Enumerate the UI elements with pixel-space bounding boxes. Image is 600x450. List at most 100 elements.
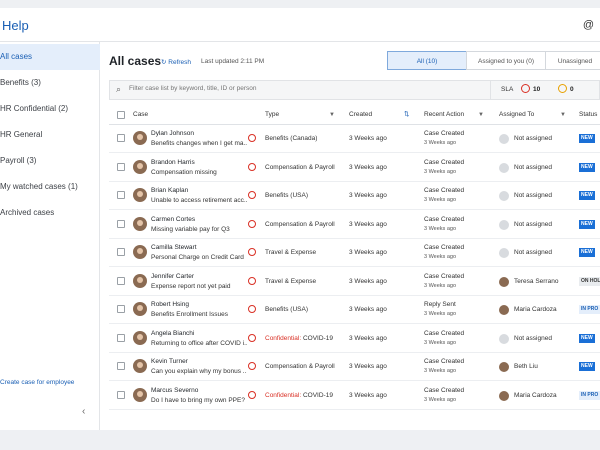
tab-unassigned[interactable]: Unassigned xyxy=(545,51,600,70)
recent-action-time: 3 Weeks ago xyxy=(424,225,457,232)
sla-filter[interactable]: SLA 10 0 xyxy=(491,80,600,100)
column-header-assigned-to[interactable]: Assigned To xyxy=(499,106,534,124)
row-checkbox[interactable] xyxy=(117,162,125,171)
refresh-button[interactable]: ↻ Refresh xyxy=(161,58,191,66)
sla-clock-icon xyxy=(248,390,256,399)
table-row[interactable]: Angela Bianchi Returning to office after … xyxy=(109,325,600,353)
case-subject[interactable]: Compensation missing xyxy=(151,169,247,176)
sidebar-item-hr-general[interactable]: HR General xyxy=(0,122,100,148)
table-row[interactable]: Camilla Stewart Personal Charge on Credit… xyxy=(109,239,600,267)
sidebar-item-hr-confidential[interactable]: HR Confidential (2) xyxy=(0,96,100,122)
recent-action-filter-icon[interactable]: ▼ xyxy=(478,106,484,124)
requester-name[interactable]: Jennifer Carter xyxy=(151,273,194,280)
row-checkbox[interactable] xyxy=(117,134,125,142)
column-header-case[interactable]: Case xyxy=(133,106,148,124)
requester-name[interactable]: Carmen Cortes xyxy=(151,216,195,223)
refresh-icon: ↻ xyxy=(161,59,167,66)
collapse-sidebar-icon[interactable]: ‹ xyxy=(82,406,85,417)
row-checkbox[interactable] xyxy=(117,276,125,285)
sidebar-item-benefits[interactable]: Benefits (3) xyxy=(0,70,100,96)
case-subject[interactable]: Unable to access retirement acc... xyxy=(151,197,247,204)
requester-name[interactable]: Angela Bianchi xyxy=(151,330,194,337)
status-badge: NEW xyxy=(579,191,595,200)
status-badge: NEW xyxy=(579,219,595,229)
table-row[interactable]: Brandon Harris Compensation missing Compen… xyxy=(109,154,600,182)
assignee-name: Not assigned xyxy=(514,163,552,171)
assignee-name: Maria Cardoza xyxy=(514,306,557,313)
assigned-filter-icon[interactable]: ▼ xyxy=(560,106,566,124)
sla-clock-icon xyxy=(248,362,256,370)
tab-all[interactable]: All (10) xyxy=(387,51,467,70)
table-row[interactable]: Carmen Cortes Missing variable pay for Q3… xyxy=(109,211,600,239)
recent-action: Case Created xyxy=(424,215,465,223)
requester-name[interactable]: Brandon Harris xyxy=(151,159,195,166)
column-header-status[interactable]: Status xyxy=(579,106,597,124)
recent-action: Case Created xyxy=(424,187,465,194)
case-subject[interactable]: Benefits Enrollment Issues xyxy=(151,311,247,318)
table-row[interactable]: Dylan Johnson Benefits changes when I get… xyxy=(109,125,600,153)
row-checkbox[interactable] xyxy=(117,248,125,256)
search-bar: ⌕ xyxy=(109,80,491,100)
table-row[interactable]: Robert Hsing Benefits Enrollment Issues Be… xyxy=(109,296,600,324)
case-subject[interactable]: Do I have to bring my own PPE? xyxy=(151,397,247,404)
case-type: Confidential: COVID-19 xyxy=(265,392,333,399)
sidebar-item-archived-cases[interactable]: Archived cases xyxy=(0,200,100,226)
at-icon[interactable]: @ xyxy=(583,19,594,31)
sidebar-item-watched-cases[interactable]: My watched cases (1) xyxy=(0,174,100,200)
unassigned-person-icon xyxy=(499,248,509,258)
row-checkbox[interactable] xyxy=(117,333,125,342)
case-subject[interactable]: Can you explain why my bonus ... xyxy=(151,368,247,375)
assignee-name: Not assigned xyxy=(514,192,552,199)
table-row[interactable]: Brian Kaplan Unable to access retirement … xyxy=(109,182,600,210)
search-input[interactable] xyxy=(129,85,479,92)
column-header-type[interactable]: Type xyxy=(265,106,279,124)
type-filter-icon[interactable]: ▼ xyxy=(329,106,335,124)
sort-icon[interactable]: ⇅ xyxy=(404,106,409,124)
confidential-label: Confidential: xyxy=(265,334,302,342)
table-row[interactable]: Kevin Turner Can you explain why my bonus… xyxy=(109,353,600,381)
row-checkbox[interactable] xyxy=(117,362,125,370)
sla-clock-icon xyxy=(248,219,256,228)
created-time: 3 Weeks ago xyxy=(349,249,387,256)
create-case-link[interactable]: Create case for employee xyxy=(0,379,74,386)
case-type: Benefits (USA) xyxy=(265,306,308,313)
case-subject[interactable]: Personal Charge on Credit Card xyxy=(151,254,247,261)
created-time: 3 Weeks ago xyxy=(349,334,387,342)
unassigned-person-icon xyxy=(499,333,509,344)
requester-name[interactable]: Dylan Johnson xyxy=(151,130,194,137)
table-row[interactable]: Jennifer Carter Expense report not yet pa… xyxy=(109,268,600,296)
recent-action-time: 3 Weeks ago xyxy=(424,339,457,346)
case-type-label: Travel & Expense xyxy=(265,277,317,285)
column-header-created[interactable]: Created xyxy=(349,106,372,124)
case-type: Compensation & Payroll xyxy=(265,363,335,370)
sidebar-item-payroll[interactable]: Payroll (3) xyxy=(0,148,100,174)
requester-name[interactable]: Robert Hsing xyxy=(151,301,189,308)
row-checkbox[interactable] xyxy=(117,390,125,399)
recent-action: Case Created xyxy=(424,329,465,337)
sla-clock-icon xyxy=(248,134,256,142)
case-subject[interactable]: Missing variable pay for Q3 xyxy=(151,226,247,233)
recent-action-time: 3 Weeks ago xyxy=(424,311,457,317)
requester-name[interactable]: Camilla Stewart xyxy=(151,244,197,251)
table-row[interactable]: Marcus Severno Do I have to bring my own … xyxy=(109,382,600,410)
created-time: 3 Weeks ago xyxy=(349,363,387,370)
case-subject[interactable]: Expense report not yet paid xyxy=(151,283,247,290)
requester-name[interactable]: Brian Kaplan xyxy=(151,187,188,194)
recent-action-time: 3 Weeks ago xyxy=(424,254,457,260)
requester-name[interactable]: Kevin Turner xyxy=(151,358,188,365)
case-subject[interactable]: Benefits changes when I get ma... xyxy=(151,140,247,147)
main-panel: All cases ↻ Refresh Last updated 2:11 PM… xyxy=(100,42,600,430)
row-checkbox[interactable] xyxy=(117,305,125,313)
avatar xyxy=(133,245,147,259)
column-header-recent-action[interactable]: Recent Action xyxy=(424,106,464,124)
row-checkbox[interactable] xyxy=(117,219,125,228)
case-subject[interactable]: Returning to office after COVID i... xyxy=(151,340,247,347)
recent-action: Case Created xyxy=(424,386,465,394)
status-badge: NEW xyxy=(579,134,595,143)
sidebar-item-all-cases[interactable]: All cases xyxy=(0,44,100,70)
tab-assigned-to-you[interactable]: Assigned to you (0) xyxy=(466,51,546,70)
case-type-label: Benefits (USA) xyxy=(265,192,308,199)
row-checkbox[interactable] xyxy=(117,191,125,199)
created-time: 3 Weeks ago xyxy=(349,135,387,142)
requester-name[interactable]: Marcus Severno xyxy=(151,387,198,394)
